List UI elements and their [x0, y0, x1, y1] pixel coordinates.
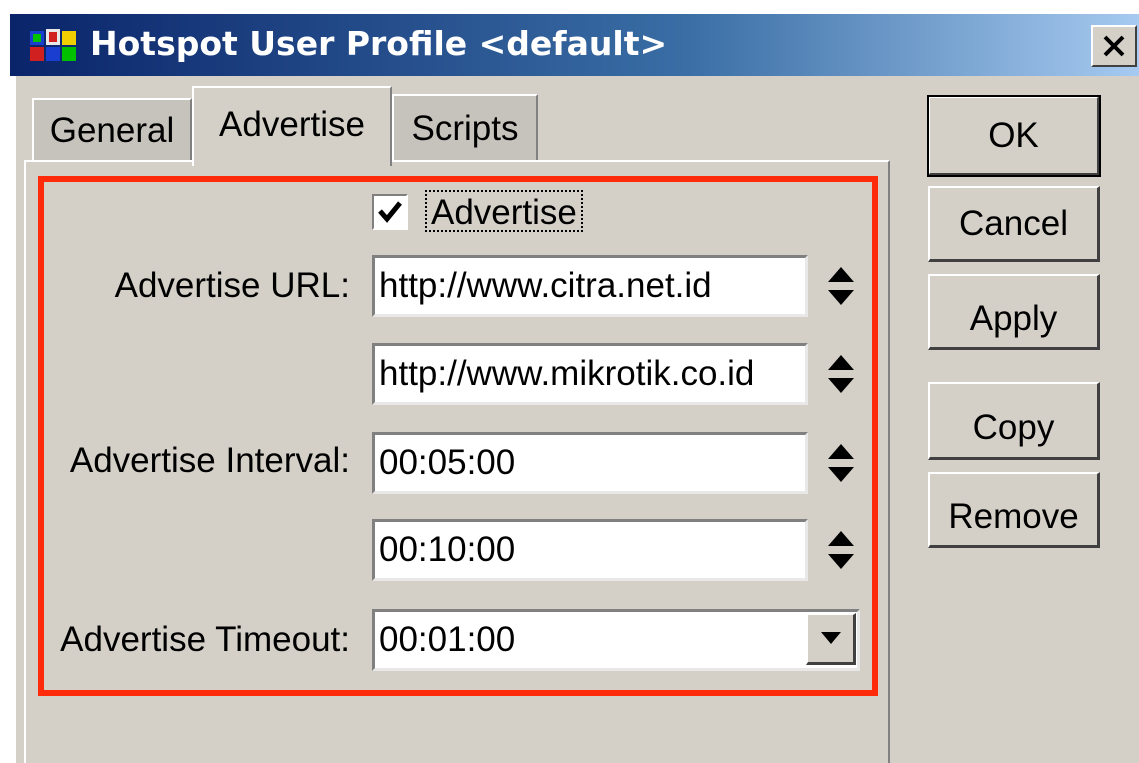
checkmark-icon [378, 201, 402, 223]
cancel-button[interactable]: Cancel [928, 186, 1100, 262]
advertise-timeout-dropdown[interactable] [806, 613, 856, 665]
advertise-timeout-field[interactable]: 00:01:00 [372, 609, 860, 671]
winbox-icon [30, 29, 76, 61]
spinner-icon[interactable] [826, 441, 856, 485]
close-button[interactable] [1091, 25, 1137, 67]
close-icon [1103, 35, 1125, 57]
ok-button[interactable]: OK [927, 95, 1101, 177]
spinner-icon[interactable] [826, 528, 856, 572]
apply-button[interactable]: Apply [928, 274, 1100, 350]
copy-button[interactable]: Copy [928, 382, 1100, 460]
tab-scripts[interactable]: Scripts [392, 94, 538, 162]
advertise-timeout-label: Advertise Timeout: [60, 620, 350, 659]
spinner-icon[interactable] [826, 352, 856, 396]
title-bar[interactable]: Hotspot User Profile <default> [10, 14, 1139, 76]
chevron-down-icon [821, 632, 841, 644]
advertise-url-field-2[interactable]: http://www.mikrotik.co.id [372, 343, 808, 405]
remove-button[interactable]: Remove [928, 472, 1100, 548]
tab-general[interactable]: General [32, 98, 192, 162]
advertise-interval-field-2[interactable]: 00:10:00 [372, 519, 808, 581]
spinner-icon[interactable] [826, 264, 856, 308]
advertise-interval-label: Advertise Interval: [69, 441, 350, 480]
advertise-checkbox[interactable] [372, 194, 408, 230]
window-title: Hotspot User Profile <default> [90, 24, 668, 63]
advertise-interval-field-1[interactable]: 00:05:00 [372, 432, 808, 494]
advertise-checkbox-label[interactable]: Advertise [425, 190, 583, 232]
advertise-url-label: Advertise URL: [114, 266, 350, 305]
advertise-url-field-1[interactable]: http://www.citra.net.id [372, 255, 808, 317]
tab-advertise[interactable]: Advertise [192, 86, 392, 166]
